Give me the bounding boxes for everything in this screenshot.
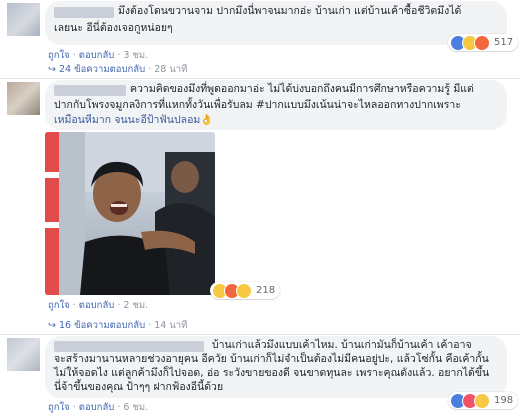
commenter-name[interactable]	[54, 85, 126, 96]
replies-count: 16 ข้อความตอบกลับ	[59, 320, 146, 331]
comment-time: 3 ชม.	[123, 50, 149, 61]
comment-text-line: ความคิดของมึงที่พูดออกมาอ่ะ ไม่ได้บ่งบอก…	[130, 83, 474, 95]
view-replies-link[interactable]: ↪ 24 ข้อความตอบกลับ · 28 นาที	[48, 62, 187, 77]
comment-text-line: ปากกับโพรงจมูกลงิการที่แหกทั้งวันเพื่อรั…	[54, 98, 461, 113]
comment-text-line: บ้านเก่าแล้วมึงแบบเค้าไหม. บ้านเก่ามันก็…	[212, 339, 472, 351]
reaction-count: 517	[494, 37, 514, 48]
comment-time: 2 ชม.	[123, 300, 149, 311]
comment-actions: ถูกใจ · ตอบกลับ · 2 ชม.	[48, 300, 149, 311]
reaction-count: 198	[494, 395, 514, 406]
commenter-avatar[interactable]	[7, 82, 40, 115]
wow-icon	[236, 282, 252, 299]
replies-time: 28 นาที	[154, 64, 188, 75]
reply-arrow-icon: ↪	[48, 320, 56, 331]
comment-text-line: ไม่ให้จอดไง แต่ลูกค้ามึงก็ไปจอด, อ่อ ระว…	[54, 367, 490, 379]
commenter-name[interactable]	[54, 7, 114, 18]
replies-time: 14 นาที	[154, 320, 188, 331]
comment-actions: ถูกใจ · ตอบกลับ · 6 ชม.	[48, 402, 149, 413]
reaction-count: 218	[256, 285, 276, 296]
angry-icon	[474, 34, 490, 51]
reply-arrow-icon: ↪	[48, 64, 56, 75]
replies-count: 24 ข้อความตอบกลับ	[59, 64, 146, 75]
comment-photo[interactable]	[45, 132, 215, 295]
comment-text-line: จะสร้างมานานหลายช่วงอายุคน อีควัย บ้านเก…	[54, 353, 489, 365]
divider	[0, 334, 520, 335]
reaction-summary[interactable]: 517	[448, 34, 519, 51]
comment-time: 6 ชม.	[123, 402, 149, 413]
comment-text-line: นี่จ้าขึ้นของคุณ ป้าๆๆ ฝากฟ้องอีนี้ด้วย	[54, 381, 224, 393]
like-link[interactable]: ถูกใจ	[48, 402, 70, 413]
photo-illustration	[45, 132, 215, 295]
reply-link[interactable]: ตอบกลับ	[79, 402, 115, 413]
comment-text-line: มึงต้องโดนขวานจาม ปากมึงนี่พาจนมากอ่ะ บ้…	[118, 5, 462, 17]
commenter-avatar[interactable]	[7, 338, 40, 371]
reply-link[interactable]: ตอบกลับ	[79, 50, 115, 61]
reaction-summary[interactable]: 198	[448, 392, 519, 409]
comment-text-segment: ปากกับโพรงจมูกลงิการที่แหกทั้งวันเพื่อรั…	[54, 99, 461, 111]
commenter-avatar[interactable]	[7, 3, 40, 36]
commenter-name[interactable]	[54, 341, 204, 352]
haha-icon	[474, 392, 490, 409]
comment-text-line: เลยนะ อีนี่ต้องเจอกูหน่อยๆ	[54, 22, 173, 34]
divider	[0, 78, 520, 79]
like-link[interactable]: ถูกใจ	[48, 300, 70, 311]
comment-hashtag-line[interactable]: เหมือนหีมาก จนนะอีป้าฟันปลอม👌	[54, 113, 213, 128]
reply-link[interactable]: ตอบกลับ	[79, 300, 115, 311]
reaction-summary[interactable]: 218	[210, 282, 281, 299]
comment-actions: ถูกใจ · ตอบกลับ · 3 ชม.	[48, 50, 149, 61]
like-link[interactable]: ถูกใจ	[48, 50, 70, 61]
view-replies-link[interactable]: ↪ 16 ข้อความตอบกลับ · 14 นาที	[48, 318, 187, 333]
